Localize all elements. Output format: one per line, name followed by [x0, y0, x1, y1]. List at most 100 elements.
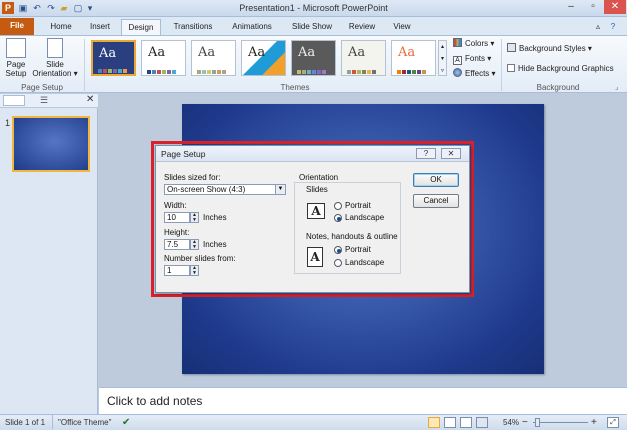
themes-group-label: Themes — [280, 83, 310, 92]
slides-orientation-label: Slides — [306, 185, 328, 194]
zoom-in-icon[interactable]: + — [591, 415, 597, 430]
minimize-icon[interactable]: – — [560, 0, 582, 14]
dialog-title: Page Setup — [161, 149, 206, 159]
number-slides-from-label: Number slides from: — [164, 254, 236, 263]
slide-count: Slide 1 of 1 — [5, 418, 46, 427]
slide-show-icon[interactable] — [476, 417, 488, 428]
fonts-button[interactable]: A Fonts ▾ — [453, 53, 491, 65]
group-separator — [84, 39, 85, 91]
hide-background-graphics-checkbox[interactable]: Hide Background Graphics — [507, 63, 614, 75]
page-setup-dialog: Page Setup ? ✕ Slides sized for: On-scre… — [155, 145, 470, 293]
number-slides-from-input[interactable]: 1 — [164, 265, 190, 276]
outline-tab-icon[interactable]: ☰ — [40, 95, 48, 106]
fit-to-window-icon[interactable]: ⤢ — [607, 417, 619, 428]
slide-thumbnail[interactable] — [12, 116, 90, 172]
height-input[interactable]: 7.5 — [164, 239, 190, 250]
tab-transitions[interactable]: Transitions — [166, 19, 220, 35]
notes-pane[interactable]: Click to add notes — [99, 387, 627, 414]
slides-landscape-radio[interactable] — [334, 214, 342, 222]
slide-orientation-icon — [47, 38, 63, 58]
slides-portrait-radio[interactable] — [334, 202, 342, 210]
slides-sized-for-dropdown[interactable]: On-screen Show (4:3) ▼ — [164, 184, 286, 195]
zoom-level[interactable]: 54% — [503, 415, 519, 430]
theme-thumbnail-angles[interactable]: Aa — [241, 40, 286, 76]
colors-button[interactable]: Colors ▾ — [453, 38, 494, 50]
notes-handouts-label: Notes, handouts & outline — [306, 232, 398, 241]
title-bar: P ▣ ↶ ↷ ▰ ▢ ▾ Presentation1 - Microsoft … — [0, 0, 627, 17]
status-bar: Slide 1 of 1 "Office Theme" ✔ 54% − + ⤢ — [0, 414, 627, 430]
width-input[interactable]: 10 — [164, 212, 190, 223]
height-label: Height: — [164, 228, 190, 237]
spell-check-icon[interactable]: ✔ — [122, 415, 130, 430]
group-separator — [501, 39, 502, 91]
close-icon[interactable]: ✕ — [441, 148, 461, 159]
ok-button[interactable]: OK — [413, 173, 459, 187]
slides-pane-tabs: ☰ ✕ — [0, 94, 98, 108]
landscape-orientation-icon: A — [307, 203, 325, 219]
tab-animations[interactable]: Animations — [225, 19, 279, 35]
slides-portrait-label: Portrait — [345, 201, 371, 210]
maximize-icon[interactable]: ▫ — [582, 0, 604, 14]
notes-placeholder: Click to add notes — [107, 394, 203, 408]
theme-thumbnail-adjacency[interactable]: Aa — [191, 40, 236, 76]
portrait-orientation-icon: A — [307, 247, 323, 267]
theme-name[interactable]: "Office Theme" — [58, 415, 111, 430]
background-group-label: Background — [536, 83, 580, 92]
theme-thumbnail-aspect[interactable]: Aa — [391, 40, 436, 76]
slides-sized-for-label: Slides sized for: — [164, 173, 221, 182]
chevron-down-icon: ▼ — [275, 185, 285, 194]
window-title: Presentation1 - Microsoft PowerPoint — [239, 3, 388, 13]
notes-portrait-radio[interactable] — [334, 246, 342, 254]
theme-thumbnail-current[interactable]: Aa — [91, 40, 136, 76]
page-setup-group-label: Page Setup — [21, 83, 63, 92]
width-unit: Inches — [203, 213, 227, 222]
theme-thumbnail-apex[interactable]: Aa — [291, 40, 336, 76]
zoom-slider-thumb[interactable] — [535, 418, 540, 427]
notes-landscape-label: Landscape — [345, 258, 385, 267]
themes-scroll[interactable]: ▴ ▾ ▿ — [438, 40, 447, 76]
tab-review[interactable]: Review — [343, 19, 381, 35]
tab-view[interactable]: View — [386, 19, 418, 35]
ribbon-tabs: File Home Insert Design Transitions Anim… — [0, 17, 627, 35]
slide-sorter-icon[interactable] — [444, 417, 456, 428]
thumbnail-number: 1 — [5, 118, 11, 128]
width-spinner[interactable]: ▲ ▼ — [190, 212, 199, 223]
notes-landscape-radio[interactable] — [334, 259, 342, 267]
reading-view-icon[interactable] — [460, 417, 472, 428]
tab-insert[interactable]: Insert — [83, 19, 117, 35]
page-setup-icon — [6, 38, 26, 58]
background-styles-button[interactable]: Background Styles ▾ — [507, 43, 592, 55]
width-label: Width: — [164, 201, 187, 210]
theme-thumbnail-office[interactable]: Aa — [141, 40, 186, 76]
colors-icon — [453, 38, 462, 47]
slide-orientation-button[interactable]: Slide Orientation ▾ — [32, 38, 78, 78]
tab-file[interactable]: File — [0, 18, 34, 35]
normal-view-icon[interactable] — [428, 417, 440, 428]
close-icon[interactable]: ✕ — [604, 0, 626, 14]
page-setup-button[interactable]: Page Setup — [2, 38, 30, 78]
effects-icon — [453, 68, 462, 77]
dialog-title-bar: Page Setup ? ✕ — [156, 146, 469, 162]
height-spinner[interactable]: ▲ ▼ — [190, 239, 199, 250]
theme-thumbnail-apothecary[interactable]: Aa — [341, 40, 386, 76]
help-icon[interactable]: ? — [416, 148, 436, 159]
background-styles-icon — [507, 43, 516, 52]
number-slides-from-spinner[interactable]: ▲ ▼ — [190, 265, 199, 276]
close-pane-icon[interactable]: ✕ — [86, 94, 94, 105]
slides-tab-icon[interactable] — [3, 95, 25, 106]
zoom-out-icon[interactable]: − — [522, 415, 528, 430]
effects-button[interactable]: Effects ▾ — [453, 68, 496, 80]
cancel-button[interactable]: Cancel — [413, 194, 459, 208]
help-icon[interactable]: ? — [606, 19, 620, 35]
tab-home[interactable]: Home — [44, 19, 78, 35]
status-separator — [52, 415, 53, 429]
tab-design[interactable]: Design — [121, 19, 161, 35]
orientation-label: Orientation — [299, 173, 339, 182]
checkbox-icon — [507, 64, 515, 72]
dialog-launcher-icon[interactable]: ⌟ — [615, 83, 618, 91]
minimize-ribbon-icon[interactable]: ▵ — [592, 19, 604, 35]
fonts-icon: A — [453, 56, 462, 65]
tab-slide-show[interactable]: Slide Show — [285, 19, 339, 35]
zoom-slider[interactable] — [533, 422, 588, 423]
notes-portrait-label: Portrait — [345, 245, 371, 254]
